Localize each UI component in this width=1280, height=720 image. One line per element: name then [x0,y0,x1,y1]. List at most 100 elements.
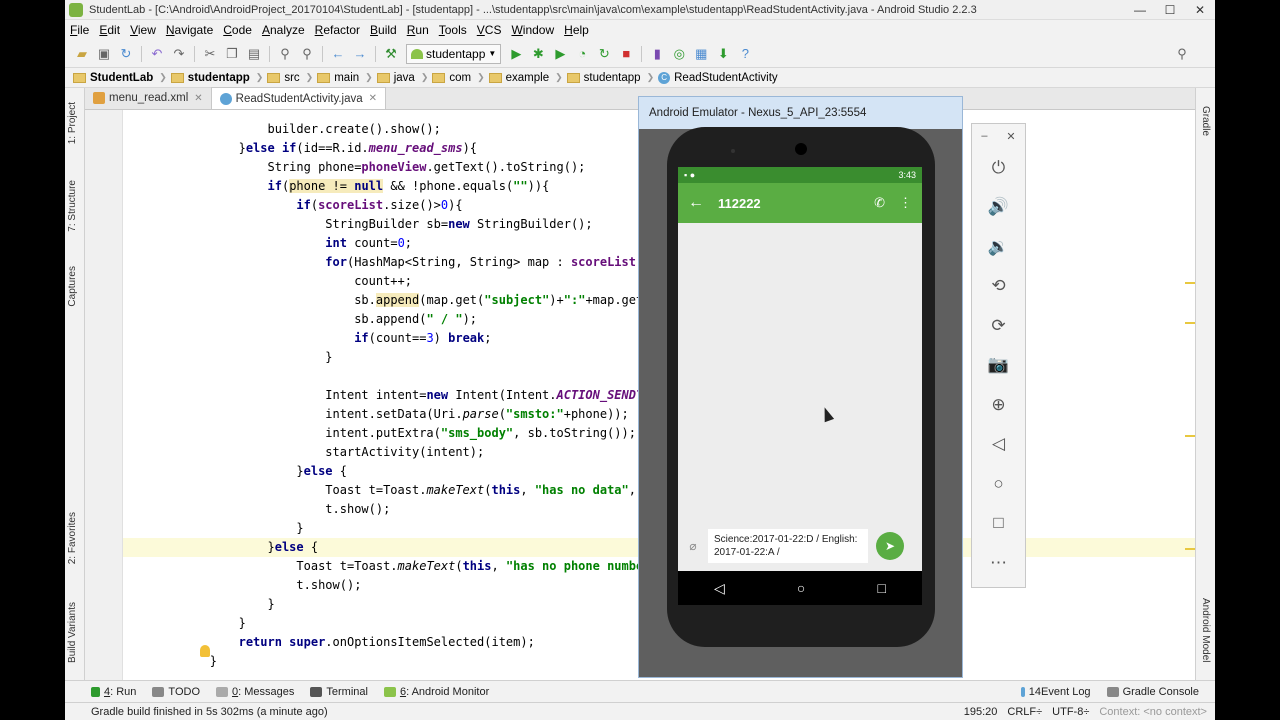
maximize-button[interactable]: ☐ [1155,0,1185,20]
tool-favorites[interactable]: 2: Favorites [67,512,78,564]
menu-build[interactable]: Build [365,23,402,37]
open-icon[interactable]: ▰ [71,43,93,65]
run-icon[interactable]: ▶ [505,43,527,65]
tool-terminal[interactable]: Terminal [310,686,368,698]
undo-icon[interactable]: ↶ [146,43,168,65]
tool-project[interactable]: 1: Project [67,102,78,144]
phone-icon[interactable]: ✆ [874,195,885,211]
paste-icon[interactable]: ▤ [243,43,265,65]
menu-tools[interactable]: Tools [434,23,472,37]
overview-icon[interactable]: □ [972,504,1025,544]
tool-event-log[interactable]: 14 Event Log [1020,686,1091,698]
close-icon[interactable]: ✕ [369,93,377,104]
warning-mark[interactable] [1185,435,1195,437]
nav-recents-icon[interactable]: □ [877,580,885,596]
warning-mark[interactable] [1185,548,1195,550]
camera-icon[interactable]: 📷 [972,346,1025,386]
close-icon[interactable]: ✕ [194,93,202,104]
breadcrumb-item[interactable]: main ❯ [317,72,376,84]
menu-file[interactable]: File [65,23,94,37]
breadcrumb-item[interactable]: C ReadStudentActivity [658,71,782,84]
breadcrumb-item[interactable]: java ❯ [376,72,433,84]
tool-todo[interactable]: TODO [152,686,200,698]
nav-home-icon[interactable]: ○ [797,580,805,596]
rotate-left-icon[interactable]: ⟲ [972,267,1025,307]
context-indicator[interactable]: Context: <no context> [1099,706,1207,718]
nav-back-icon[interactable]: ◁ [714,580,725,597]
menu-analyze[interactable]: Analyze [257,23,310,37]
run-config-select[interactable]: studentapp ▼ [406,43,502,64]
volume-up-icon[interactable]: 🔊 [972,188,1025,228]
line-separator[interactable]: CRLF÷ [1007,706,1042,718]
breadcrumb-item[interactable]: studentapp ❯ [566,72,658,84]
forward-nav-icon[interactable]: → [349,43,371,65]
warning-mark[interactable] [1185,322,1195,324]
more-icon[interactable]: ⋯ [972,543,1025,583]
save-icon[interactable]: ▣ [93,43,115,65]
project-structure-icon[interactable]: ▦ [690,43,712,65]
close-icon[interactable]: ✕ [1006,130,1015,143]
rotate-right-icon[interactable]: ⟳ [972,306,1025,346]
close-button[interactable]: ✕ [1185,0,1215,20]
apply-changes-icon[interactable]: ↻ [593,43,615,65]
tool-captures[interactable]: Captures [67,266,78,307]
coverage-icon[interactable]: ▶ [549,43,571,65]
cut-icon[interactable]: ✂ [199,43,221,65]
sdk-manager-icon[interactable]: ⬇ [712,43,734,65]
menu-view[interactable]: View [125,23,161,37]
profile-icon[interactable]: ◔ [571,43,593,65]
menu-help[interactable]: Help [559,23,594,37]
tool-structure[interactable]: 7: Structure [67,180,78,232]
lightbulb-icon[interactable] [200,645,210,657]
stop-icon[interactable]: ■ [615,43,637,65]
back-arrow-icon[interactable]: ← [688,194,704,212]
more-vert-icon[interactable]: ⋮ [899,195,912,211]
menu-edit[interactable]: Edit [94,23,125,37]
menu-refactor[interactable]: Refactor [310,23,365,37]
find-icon[interactable]: ⚲ [274,43,296,65]
tool-android-model[interactable]: Android Model [1200,598,1211,662]
tab-read-student-activity[interactable]: ReadStudentActivity.java ✕ [210,87,387,109]
breadcrumb-item[interactable]: example ❯ [488,72,567,84]
attach-icon[interactable]: ⌀ [678,539,708,553]
minimize-icon[interactable]: – [981,130,987,142]
breadcrumb-item[interactable]: studentapp ❯ [170,72,268,84]
tool-gradle-console[interactable]: Gradle Console [1106,686,1199,698]
replace-icon[interactable]: ⚲ [296,43,318,65]
tool-run[interactable]: 4: Run [91,686,136,698]
caret-position[interactable]: 195:20 [964,706,998,718]
menu-run[interactable]: Run [402,23,434,37]
menu-vcs[interactable]: VCS [472,23,507,37]
menu-navigate[interactable]: Navigate [161,23,218,37]
minimize-button[interactable]: — [1125,0,1155,20]
zoom-icon[interactable]: ⊕ [972,385,1025,425]
menu-window[interactable]: Window [506,23,559,37]
copy-icon[interactable]: ❐ [221,43,243,65]
back-nav-icon[interactable]: ← [327,43,349,65]
file-encoding[interactable]: UTF-8÷ [1052,706,1089,718]
search-icon[interactable]: ⚲ [1171,43,1193,65]
sync-gradle-icon[interactable]: ◎ [668,43,690,65]
help-icon[interactable]: ? [734,43,756,65]
debug-icon[interactable]: ✱ [527,43,549,65]
tab-menu-read-xml[interactable]: menu_read.xml ✕ [85,87,211,109]
breadcrumb-item[interactable]: com ❯ [432,72,488,84]
power-icon[interactable]: ⏻ [972,148,1025,188]
menu-code[interactable]: Code [218,23,257,37]
phone-screen[interactable]: ▪ ● 3:43 ← 112222 ✆ ⋮ ⌀ Science:2017-01-… [678,167,922,605]
tool-messages[interactable]: 0: Messages [216,686,294,698]
tool-gradle[interactable]: Gradle [1200,106,1211,136]
breadcrumb-item[interactable]: src ❯ [267,72,317,84]
warning-mark[interactable] [1185,282,1195,284]
avd-manager-icon[interactable]: ▮ [646,43,668,65]
redo-icon[interactable]: ↷ [168,43,190,65]
tool-build-variants[interactable]: Build Variants [67,602,78,663]
send-icon[interactable]: ➤ [876,532,904,560]
sync-icon[interactable]: ↻ [115,43,137,65]
breadcrumb-item[interactable]: StudentLab ❯ [73,72,171,84]
home-icon[interactable]: ○ [972,464,1025,504]
sms-compose-input[interactable]: Science:2017-01-22:D / English: 2017-01-… [708,529,868,563]
make-project-icon[interactable]: ⚒ [380,43,402,65]
back-icon[interactable]: ◁ [972,425,1025,465]
volume-down-icon[interactable]: 🔉 [972,227,1025,267]
